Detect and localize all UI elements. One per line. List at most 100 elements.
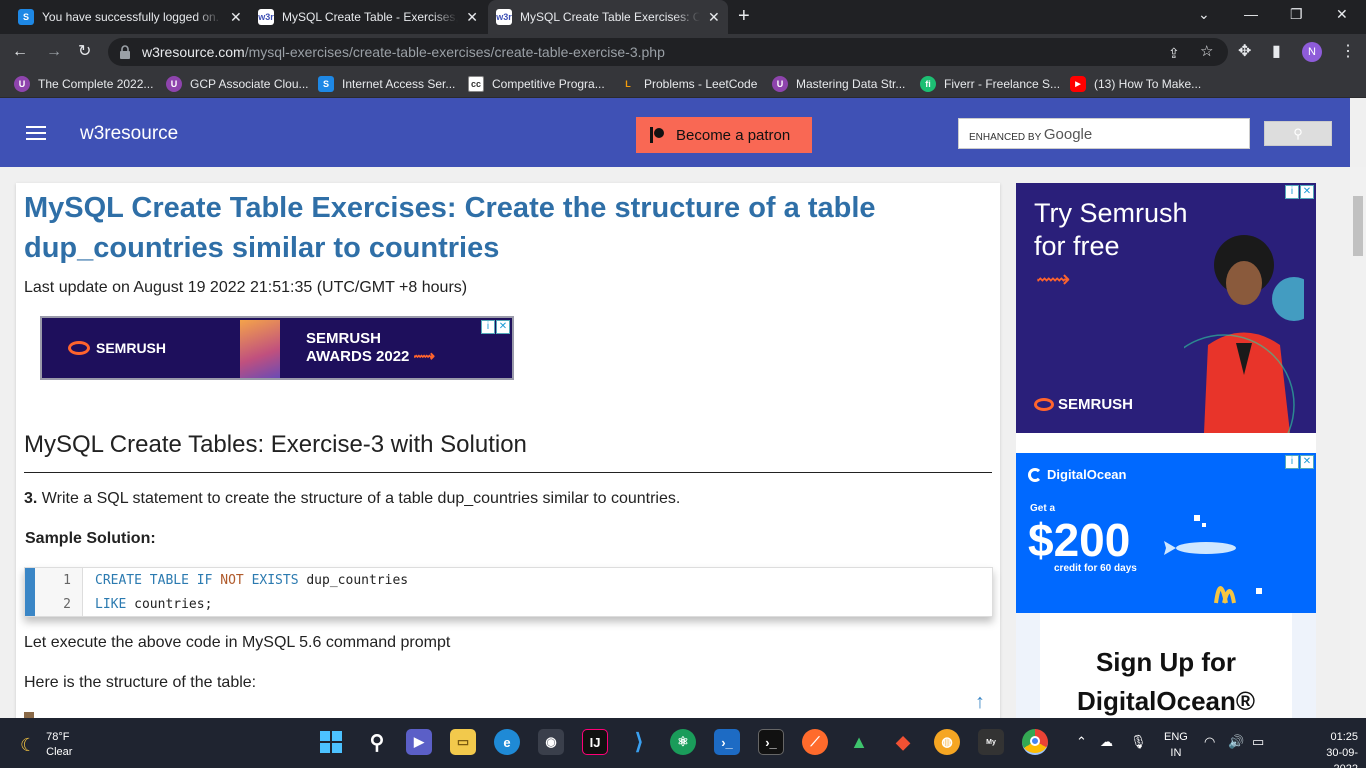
tab-logged-on[interactable]: S You have successfully logged on. ✕ <box>10 4 250 30</box>
bookmark-item[interactable]: fi Fiverr - Freelance S... <box>920 76 1060 92</box>
back-arrow-icon[interactable]: ← <box>12 42 28 62</box>
bookmark-item[interactable]: U Mastering Data Str... <box>772 76 905 92</box>
clock-date: 30-09-2022 <box>1326 747 1358 768</box>
line-number: 1 <box>63 573 71 588</box>
do-credit: credit for 60 days <box>1054 563 1137 574</box>
vscode-icon[interactable]: ⟩ <box>626 729 652 755</box>
site-name[interactable]: w3resource <box>80 123 178 145</box>
ad-choices: i ✕ <box>1285 455 1314 469</box>
page-title: MySQL Create Table Exercises: Create the… <box>24 192 876 264</box>
chrome-icon[interactable] <box>1022 729 1048 755</box>
onedrive-cloud-icon[interactable]: ☁ <box>1100 734 1113 750</box>
bookmark-label: Competitive Progra... <box>492 77 605 91</box>
awards-line2: AWARDS 2022 <box>306 348 410 365</box>
microphone-icon[interactable]: 🎙 <box>1130 734 1147 750</box>
paragraph: Here is the structure of the table: <box>24 674 257 691</box>
page-scrollbar[interactable] <box>1350 167 1366 718</box>
close-icon[interactable]: ✕ <box>466 9 478 26</box>
forward-arrow-icon[interactable]: → <box>46 42 62 62</box>
windows-taskbar: ☾ 78°F Clear ⚲ ▶ ▭ e ◉ IJ ⟩ ⚛ ›_ ›_ ⟋ ▲ ◆… <box>0 718 1366 768</box>
battery-icon[interactable]: ▭ <box>1252 734 1264 750</box>
bookmark-item[interactable]: L Problems - LeetCode <box>620 76 757 92</box>
bookmark-label: GCP Associate Clou... <box>190 77 309 91</box>
udemy-icon: U <box>14 76 30 92</box>
close-icon[interactable]: ✕ <box>230 9 242 26</box>
atom-icon[interactable]: ⚛ <box>670 729 696 755</box>
wifi-icon[interactable]: ◠ <box>1204 734 1215 750</box>
lang-region: IN <box>1170 747 1182 759</box>
search-button[interactable]: ⚲ <box>1264 121 1332 146</box>
ad-close-icon[interactable]: ✕ <box>1300 455 1314 469</box>
restore-icon[interactable]: ❐ <box>1290 6 1303 23</box>
mysql-workbench-icon[interactable]: My <box>978 729 1004 755</box>
language-indicator[interactable]: ENG IN <box>1164 729 1188 761</box>
bookmark-star-icon[interactable]: ☆ <box>1200 42 1213 62</box>
last-updated: Last update on August 19 2022 21:51:35 (… <box>24 279 468 296</box>
menu-kebab-icon[interactable]: ⋮ <box>1340 42 1356 62</box>
semrush-banner-ad[interactable]: SEMRUSH SEMRUSH AWARDS 2022 ⟿ i ✕ <box>40 316 514 380</box>
scrollbar-thumb[interactable] <box>1353 196 1363 256</box>
terminal-icon[interactable]: ›_ <box>758 729 784 755</box>
side-panel-icon[interactable]: ▮ <box>1272 42 1281 62</box>
tab-title: You have successfully logged on. <box>42 10 220 24</box>
semrush-swirl-icon <box>1034 398 1054 411</box>
edge-browser-icon[interactable]: e <box>494 729 520 755</box>
google-search-input[interactable]: ENHANCED BY Google <box>958 118 1250 149</box>
hamburger-menu-icon[interactable] <box>26 126 46 140</box>
minimize-icon[interactable]: — <box>1244 6 1258 22</box>
start-windows-icon[interactable] <box>318 729 344 755</box>
system-clock[interactable]: 01:25 30-09-2022 <box>1308 729 1358 768</box>
share-icon[interactable]: ⇪ <box>1168 43 1180 63</box>
extensions-puzzle-icon[interactable]: ✥ <box>1238 42 1251 62</box>
adchoices-info-icon[interactable]: i <box>481 320 495 334</box>
bookmark-item[interactable]: U GCP Associate Clou... <box>166 76 309 92</box>
postman-icon[interactable]: ⟋ <box>802 729 828 755</box>
bookmark-item[interactable]: ▶ (13) How To Make... <box>1070 76 1201 92</box>
brave-icon[interactable]: ◍ <box>934 729 960 755</box>
profile-avatar[interactable]: N <box>1302 42 1322 62</box>
tray-chevron-icon[interactable]: ⌃ <box>1076 734 1087 750</box>
s-favicon-icon: S <box>18 9 34 25</box>
teams-chat-icon[interactable]: ▶ <box>406 729 432 755</box>
udemy-icon: U <box>166 76 182 92</box>
shark-illustration <box>1164 515 1262 604</box>
powershell-icon[interactable]: ›_ <box>714 729 740 755</box>
address-bar[interactable]: w3resource.com/mysql-exercises/create-ta… <box>108 38 1228 66</box>
bookmark-label: Internet Access Ser... <box>342 77 456 91</box>
code-block[interactable]: 1 2 CREATE TABLE IF NOT EXISTS dup_count… <box>24 567 993 617</box>
reload-icon[interactable]: ↻ <box>78 42 91 62</box>
awards-book-image <box>240 320 280 378</box>
do-amount: $200 <box>1028 514 1131 566</box>
search-icon[interactable]: ⚲ <box>364 729 390 755</box>
signup-card[interactable]: Sign Up for DigitalOcean® <box>1040 613 1292 718</box>
bookmark-item[interactable]: S Internet Access Ser... <box>318 76 455 92</box>
close-icon[interactable]: ✕ <box>708 9 720 26</box>
arrow-icon: ⟿ <box>1036 266 1071 293</box>
s-site-icon: S <box>318 76 334 92</box>
bookmark-label: Problems - LeetCode <box>644 77 758 91</box>
volume-icon[interactable]: 🔊 <box>1228 734 1244 750</box>
tab-mysql-exercises[interactable]: w3r MySQL Create Table - Exercises, Prac… <box>250 4 486 30</box>
intellij-icon[interactable]: IJ <box>582 729 608 755</box>
tab-mysql-create-table-active[interactable]: w3r MySQL Create Table Exercises: Create… <box>488 0 728 34</box>
bookmark-item[interactable]: U The Complete 2022... <box>14 76 153 92</box>
bookmark-label: (13) How To Make... <box>1094 77 1202 91</box>
git-icon[interactable]: ◆ <box>890 729 916 755</box>
adchoices-info-icon[interactable]: i <box>1285 185 1299 199</box>
semrush-side-ad[interactable]: Try Semrush for free ⟿ SEMRUSH i ✕ <box>1016 183 1316 433</box>
digitalocean-ad[interactable]: DigitalOcean Get a $200 credit for 60 da… <box>1016 453 1316 718</box>
ad-close-icon[interactable]: ✕ <box>496 320 510 334</box>
ad-close-icon[interactable]: ✕ <box>1300 185 1314 199</box>
scroll-to-top-arrow-icon[interactable]: ↑ <box>975 691 985 714</box>
rocket-icon[interactable]: ▲ <box>846 729 872 755</box>
adchoices-info-icon[interactable]: i <box>1285 455 1299 469</box>
tab-search-chevron-icon[interactable]: ⌄ <box>1198 6 1210 23</box>
window-close-icon[interactable]: ✕ <box>1336 6 1348 23</box>
become-patron-button[interactable]: Become a patron <box>636 117 812 153</box>
new-tab-plus-icon[interactable]: + <box>738 5 750 28</box>
weather-widget[interactable]: ☾ 78°F Clear <box>20 730 72 760</box>
file-explorer-icon[interactable]: ▭ <box>450 729 476 755</box>
bookmark-item[interactable]: cc Competitive Progra... <box>468 76 605 92</box>
camera-icon[interactable]: ◉ <box>538 729 564 755</box>
code-line: CREATE TABLE IF NOT EXISTS dup_countries <box>95 573 409 588</box>
